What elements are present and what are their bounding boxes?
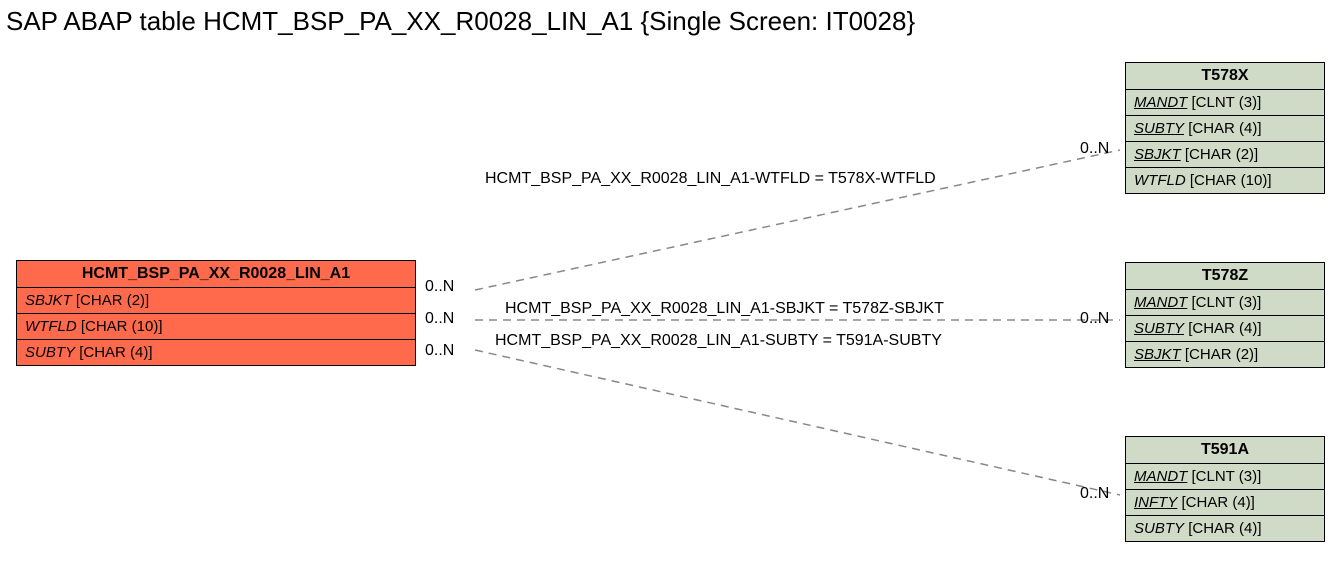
entity-t578z: T578Z MANDT [CLNT (3)] SUBTY [CHAR (4)] … <box>1125 262 1325 368</box>
entity-t591a: T591A MANDT [CLNT (3)] INFTY [CHAR (4)] … <box>1125 436 1325 542</box>
field-type: [CHAR (10)] <box>81 318 163 335</box>
field-name: INFTY <box>1134 494 1177 511</box>
entity-t591a-header: T591A <box>1126 437 1324 464</box>
entity-t591a-field: MANDT [CLNT (3)] <box>1126 464 1324 490</box>
entity-main-header: HCMT_BSP_PA_XX_R0028_LIN_A1 <box>17 261 415 288</box>
cardinality-right-1: 0..N <box>1080 140 1109 158</box>
field-type: [CLNT (3)] <box>1192 294 1262 311</box>
field-type: [CHAR (4)] <box>1188 120 1261 137</box>
entity-t578z-field: MANDT [CLNT (3)] <box>1126 290 1324 316</box>
entity-main: HCMT_BSP_PA_XX_R0028_LIN_A1 SBJKT [CHAR … <box>16 260 416 366</box>
entity-main-field: WTFLD [CHAR (10)] <box>17 314 415 340</box>
field-name: SUBTY <box>1134 320 1184 337</box>
field-name: SUBTY <box>25 344 75 361</box>
entity-t578x-field: SBJKT [CHAR (2)] <box>1126 142 1324 168</box>
entity-t578x: T578X MANDT [CLNT (3)] SUBTY [CHAR (4)] … <box>1125 62 1325 194</box>
field-type: [CHAR (2)] <box>1185 346 1258 363</box>
cardinality-left-1: 0..N <box>425 278 454 296</box>
field-type: [CLNT (3)] <box>1192 94 1262 111</box>
field-name: MANDT <box>1134 294 1187 311</box>
field-type: [CHAR (2)] <box>1185 146 1258 163</box>
field-type: [CHAR (4)] <box>1188 320 1261 337</box>
relationship-label-3: HCMT_BSP_PA_XX_R0028_LIN_A1-SUBTY = T591… <box>495 332 942 350</box>
field-name: SBJKT <box>25 292 72 309</box>
field-type: [CHAR (4)] <box>1182 494 1255 511</box>
field-name: MANDT <box>1134 468 1187 485</box>
entity-t578z-field: SUBTY [CHAR (4)] <box>1126 316 1324 342</box>
field-type: [CHAR (4)] <box>79 344 152 361</box>
entity-t591a-field: INFTY [CHAR (4)] <box>1126 490 1324 516</box>
entity-t578x-field: MANDT [CLNT (3)] <box>1126 90 1324 116</box>
field-name: MANDT <box>1134 94 1187 111</box>
entity-t578x-field: SUBTY [CHAR (4)] <box>1126 116 1324 142</box>
cardinality-left-3: 0..N <box>425 342 454 360</box>
field-type: [CHAR (2)] <box>76 292 149 309</box>
field-name: WTFLD <box>1134 172 1186 189</box>
entity-t578z-field: SBJKT [CHAR (2)] <box>1126 342 1324 367</box>
relationship-label-1: HCMT_BSP_PA_XX_R0028_LIN_A1-WTFLD = T578… <box>485 170 936 188</box>
page-title: SAP ABAP table HCMT_BSP_PA_XX_R0028_LIN_… <box>6 6 915 37</box>
entity-t578x-field: WTFLD [CHAR (10)] <box>1126 168 1324 193</box>
field-name: SBJKT <box>1134 346 1181 363</box>
field-type: [CHAR (10)] <box>1190 172 1272 189</box>
entity-t591a-field: SUBTY [CHAR (4)] <box>1126 516 1324 541</box>
cardinality-right-3: 0..N <box>1080 485 1109 503</box>
field-name: SUBTY <box>1134 520 1184 537</box>
entity-main-field: SUBTY [CHAR (4)] <box>17 340 415 365</box>
entity-t578x-header: T578X <box>1126 63 1324 90</box>
field-type: [CLNT (3)] <box>1192 468 1262 485</box>
cardinality-right-2: 0..N <box>1080 310 1109 328</box>
cardinality-left-2: 0..N <box>425 310 454 328</box>
field-type: [CHAR (4)] <box>1188 520 1261 537</box>
entity-t578z-header: T578Z <box>1126 263 1324 290</box>
field-name: WTFLD <box>25 318 77 335</box>
entity-main-field: SBJKT [CHAR (2)] <box>17 288 415 314</box>
field-name: SBJKT <box>1134 146 1181 163</box>
relationship-label-2: HCMT_BSP_PA_XX_R0028_LIN_A1-SBJKT = T578… <box>505 300 944 318</box>
field-name: SUBTY <box>1134 120 1184 137</box>
